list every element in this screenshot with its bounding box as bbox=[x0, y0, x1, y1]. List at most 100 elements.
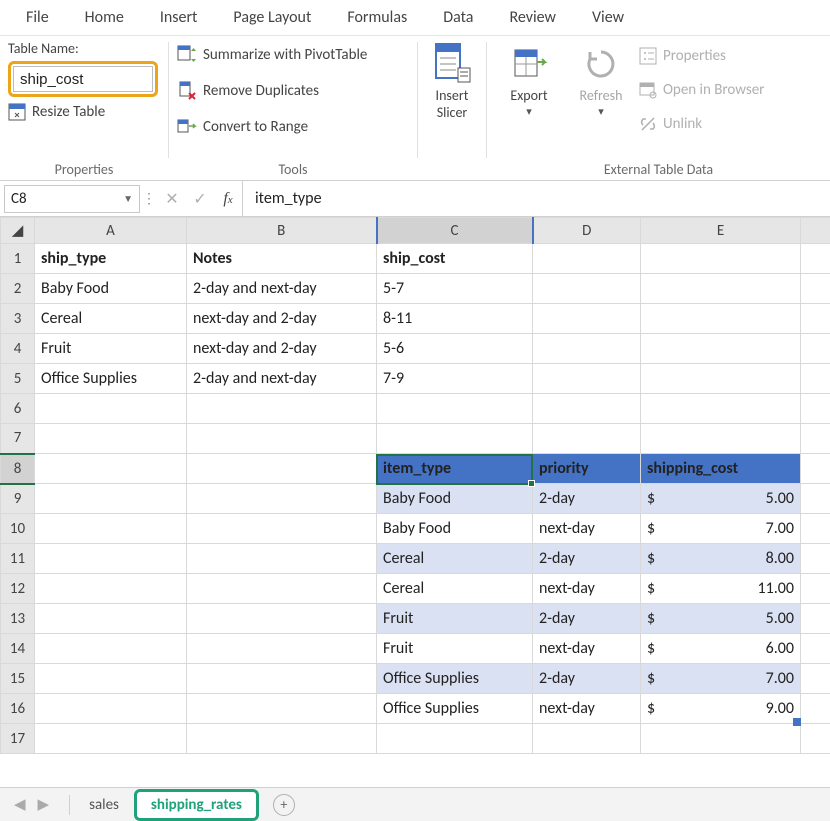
table-name-input[interactable] bbox=[13, 66, 153, 92]
cell-F4[interactable] bbox=[801, 334, 830, 364]
fill-handle[interactable] bbox=[528, 480, 535, 487]
add-sheet-button[interactable]: + bbox=[273, 794, 295, 816]
cell-E3[interactable] bbox=[641, 304, 801, 334]
insert-slicer-button[interactable]: Insert Slicer bbox=[418, 36, 486, 180]
remove-duplicates-button[interactable]: Remove Duplicates bbox=[177, 76, 409, 106]
cell-F9[interactable] bbox=[801, 484, 830, 514]
row-header-1[interactable]: 1 bbox=[1, 244, 35, 274]
cell-C1[interactable]: ship_cost bbox=[377, 244, 533, 274]
cell-C5[interactable]: 7-9 bbox=[377, 364, 533, 394]
cell-D1[interactable] bbox=[533, 244, 641, 274]
name-box[interactable]: C8 ▼ bbox=[4, 185, 140, 213]
cell-B16[interactable] bbox=[187, 694, 377, 724]
cell-B3[interactable]: next-day and 2-day bbox=[187, 304, 377, 334]
tab-prev-button[interactable]: ◀ bbox=[10, 795, 30, 814]
cancel-formula-button[interactable]: ✕ bbox=[158, 189, 186, 209]
cell-B14[interactable] bbox=[187, 634, 377, 664]
cell-D13[interactable]: 2-day bbox=[533, 604, 641, 634]
cell-A4[interactable]: Fruit bbox=[35, 334, 187, 364]
cell-E12[interactable]: $11.00 bbox=[641, 574, 801, 604]
cell-A14[interactable] bbox=[35, 634, 187, 664]
external-properties-button[interactable]: Properties bbox=[639, 42, 764, 70]
cell-D16[interactable]: next-day bbox=[533, 694, 641, 724]
cell-C13[interactable]: Fruit bbox=[377, 604, 533, 634]
menu-page-layout[interactable]: Page Layout bbox=[215, 8, 329, 27]
menu-formulas[interactable]: Formulas bbox=[329, 8, 425, 27]
cell-D6[interactable] bbox=[533, 394, 641, 424]
cell-B4[interactable]: next-day and 2-day bbox=[187, 334, 377, 364]
cell-A11[interactable] bbox=[35, 544, 187, 574]
menu-home[interactable]: Home bbox=[67, 8, 142, 27]
cell-E10[interactable]: $7.00 bbox=[641, 514, 801, 544]
row-header-7[interactable]: 7 bbox=[1, 424, 35, 454]
row-header-3[interactable]: 3 bbox=[1, 304, 35, 334]
cell-C6[interactable] bbox=[377, 394, 533, 424]
cell-C14[interactable]: Fruit bbox=[377, 634, 533, 664]
cell-F8[interactable] bbox=[801, 454, 830, 484]
chevron-down-icon[interactable]: ▼ bbox=[123, 192, 133, 205]
export-button[interactable]: Export ▾ bbox=[495, 40, 563, 162]
cell-C7[interactable] bbox=[377, 424, 533, 454]
cell-B9[interactable] bbox=[187, 484, 377, 514]
cell-C3[interactable]: 8-11 bbox=[377, 304, 533, 334]
cell-D11[interactable]: 2-day bbox=[533, 544, 641, 574]
row-header-14[interactable]: 14 bbox=[1, 634, 35, 664]
cell-E1[interactable] bbox=[641, 244, 801, 274]
cell-F7[interactable] bbox=[801, 424, 830, 454]
cell-A2[interactable]: Baby Food bbox=[35, 274, 187, 304]
row-header-9[interactable]: 9 bbox=[1, 484, 35, 514]
cell-E9[interactable]: $5.00 bbox=[641, 484, 801, 514]
cell-E6[interactable] bbox=[641, 394, 801, 424]
cell-A7[interactable] bbox=[35, 424, 187, 454]
col-header-blank[interactable] bbox=[801, 218, 830, 244]
cell-A9[interactable] bbox=[35, 484, 187, 514]
cell-B12[interactable] bbox=[187, 574, 377, 604]
cell-A12[interactable] bbox=[35, 574, 187, 604]
summarize-pivot-button[interactable]: Summarize with PivotTable bbox=[177, 40, 409, 70]
table-resize-handle[interactable] bbox=[793, 718, 801, 726]
row-header-11[interactable]: 11 bbox=[1, 544, 35, 574]
drag-handle-icon[interactable]: ⋮ bbox=[140, 190, 158, 207]
cell-C16[interactable]: Office Supplies bbox=[377, 694, 533, 724]
cell-A15[interactable] bbox=[35, 664, 187, 694]
cell-D7[interactable] bbox=[533, 424, 641, 454]
cell-B1[interactable]: Notes bbox=[187, 244, 377, 274]
cell-C8[interactable]: item_type bbox=[377, 454, 533, 484]
cell-A16[interactable] bbox=[35, 694, 187, 724]
col-header-B[interactable]: B bbox=[187, 218, 377, 244]
cell-E11[interactable]: $8.00 bbox=[641, 544, 801, 574]
cell-A8[interactable] bbox=[35, 454, 187, 484]
select-all-corner[interactable]: ◢ bbox=[1, 218, 35, 244]
row-header-2[interactable]: 2 bbox=[1, 274, 35, 304]
cell-A6[interactable] bbox=[35, 394, 187, 424]
cell-B8[interactable] bbox=[187, 454, 377, 484]
convert-range-button[interactable]: Convert to Range bbox=[177, 112, 409, 142]
accept-formula-button[interactable]: ✓ bbox=[186, 189, 214, 209]
cell-C12[interactable]: Cereal bbox=[377, 574, 533, 604]
cell-A5[interactable]: Office Supplies bbox=[35, 364, 187, 394]
row-header-8[interactable]: 8 bbox=[1, 454, 35, 484]
menu-data[interactable]: Data bbox=[425, 8, 491, 27]
cell-F17[interactable] bbox=[801, 724, 830, 754]
row-header-13[interactable]: 13 bbox=[1, 604, 35, 634]
cell-C9[interactable]: Baby Food bbox=[377, 484, 533, 514]
menu-review[interactable]: Review bbox=[491, 8, 574, 27]
cell-C10[interactable]: Baby Food bbox=[377, 514, 533, 544]
row-header-16[interactable]: 16 bbox=[1, 694, 35, 724]
formula-input[interactable]: item_type bbox=[242, 181, 830, 216]
row-header-4[interactable]: 4 bbox=[1, 334, 35, 364]
cell-C15[interactable]: Office Supplies bbox=[377, 664, 533, 694]
cell-D3[interactable] bbox=[533, 304, 641, 334]
cell-A3[interactable]: Cereal bbox=[35, 304, 187, 334]
cell-F6[interactable] bbox=[801, 394, 830, 424]
menu-view[interactable]: View bbox=[574, 8, 642, 27]
cell-D15[interactable]: 2-day bbox=[533, 664, 641, 694]
menu-file[interactable]: File bbox=[8, 8, 67, 27]
row-header-5[interactable]: 5 bbox=[1, 364, 35, 394]
cell-D12[interactable]: next-day bbox=[533, 574, 641, 604]
cell-D4[interactable] bbox=[533, 334, 641, 364]
cell-F15[interactable] bbox=[801, 664, 830, 694]
row-header-12[interactable]: 12 bbox=[1, 574, 35, 604]
cell-D17[interactable] bbox=[533, 724, 641, 754]
open-in-browser-button[interactable]: Open in Browser bbox=[639, 76, 764, 104]
